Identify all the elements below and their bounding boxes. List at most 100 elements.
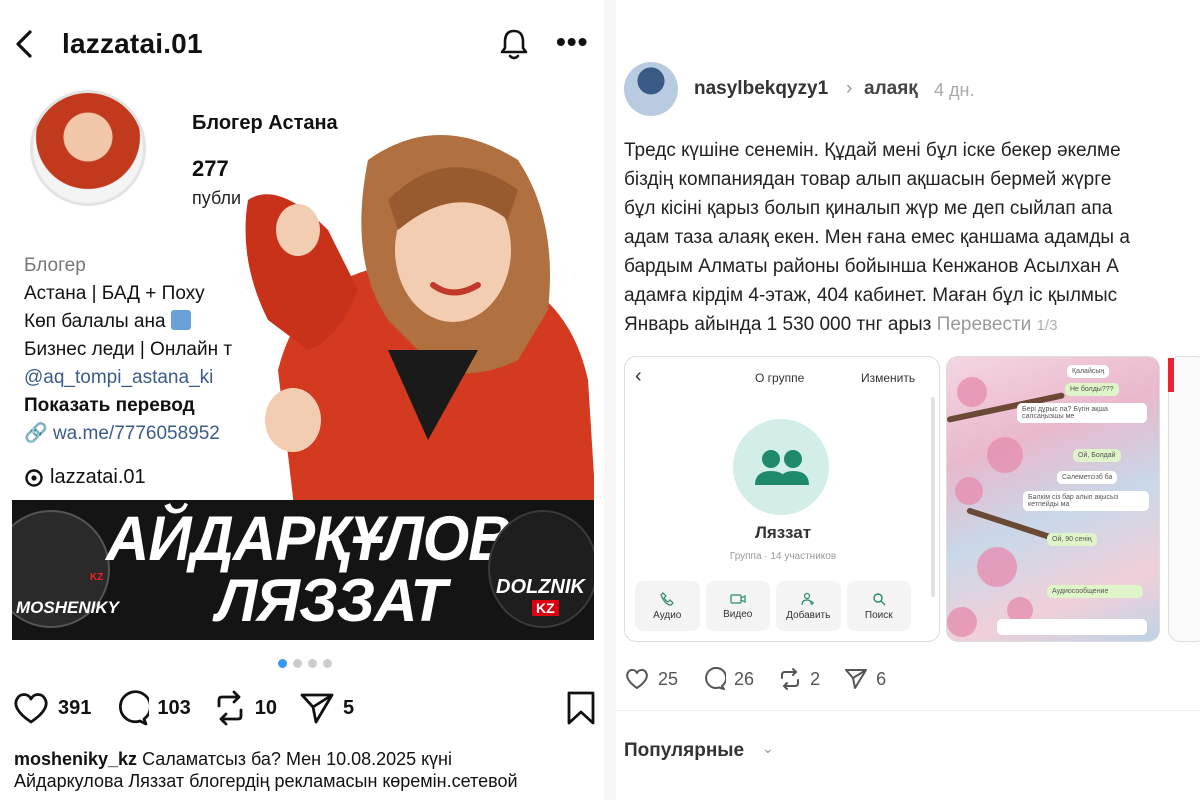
group-avatar: [733, 419, 829, 515]
caption-text: Саламатсыз ба? Мен 10.08.2025 күні: [142, 749, 452, 769]
repost-count: 10: [254, 696, 277, 719]
more-options-icon[interactable]: •••: [556, 28, 588, 56]
comment-icon: [119, 690, 150, 726]
caption-text: Айдаркулова Ляззат блогердің рекламасын …: [14, 771, 518, 791]
repost-button[interactable]: 2: [778, 667, 820, 691]
chat-bubble: Ой, Болдай: [1073, 449, 1121, 462]
post-topic[interactable]: алаяқ: [864, 78, 918, 100]
chevron-right-icon: ›: [846, 78, 853, 99]
like-button[interactable]: 25: [624, 667, 678, 691]
carousel-dot: [293, 659, 302, 668]
share-count: 5: [343, 696, 355, 719]
send-icon: [845, 669, 868, 689]
blossom: [955, 477, 983, 505]
like-count: 391: [58, 696, 92, 719]
share-button[interactable]: 5: [299, 691, 354, 725]
caption-username[interactable]: mosheniky_kz: [14, 749, 137, 769]
profile-header: lazzatai.01 •••: [0, 14, 604, 74]
text-line: бардым Алматы районы бойынша Кенжанов Ас…: [624, 256, 1119, 277]
avatar[interactable]: [624, 62, 678, 116]
chat-bubble: Ой, 90 сенің: [1047, 533, 1097, 546]
group-info-screenshot[interactable]: ‹ О группе Изменить Ляззат Группа · 14 у…: [624, 356, 940, 642]
repost-button[interactable]: 10: [213, 690, 277, 726]
blossom: [987, 437, 1023, 473]
page-indicator: 1/3: [1036, 317, 1058, 334]
comment-count: 26: [734, 668, 755, 689]
back-arrow-icon[interactable]: [12, 30, 36, 58]
phone-icon: [660, 591, 675, 606]
chat-bubble: Сәлеметсізб ба: [1057, 471, 1118, 484]
carousel-dot: [278, 659, 287, 668]
add-user-icon: [801, 592, 815, 605]
show-translation-link[interactable]: Показать перевод: [24, 392, 274, 420]
posts-count: 277: [192, 156, 229, 181]
group-subtitle: Группа · 14 участников: [729, 551, 837, 562]
chat-screenshot[interactable]: Қалайсың Не болды??? Бері дұрыс па? Бүгі…: [946, 356, 1160, 642]
heart-icon: [626, 668, 648, 689]
audio-button: Аудио: [635, 581, 700, 631]
dolznik-logo-kz: KZ: [532, 600, 559, 616]
text-line: адам таза алаяқ екен. Мен ғана емес қанш…: [624, 227, 1130, 248]
text-line: адамға кірдім 4-этаж, 404 кабинет. Маған…: [624, 285, 1118, 306]
chat-bubble: Қалайсың: [1067, 365, 1110, 378]
comment-count: 103: [157, 696, 191, 719]
bio-line: Бизнес леди | Онлайн т: [24, 339, 233, 360]
popular-dropdown[interactable]: Популярные: [624, 740, 744, 762]
divider: [616, 710, 1200, 711]
text-line: Тредс күшіне сенемін. Құдай мені бұл іск…: [624, 140, 1121, 161]
group-name: Ляззат: [754, 523, 812, 542]
chevron-down-icon[interactable]: ⌄: [762, 740, 774, 757]
like-count: 25: [658, 668, 679, 689]
profile-username: lazzatai.01: [62, 28, 203, 59]
mosheniky-logo-kz: KZ: [90, 572, 104, 583]
video-icon: [730, 593, 746, 604]
blossom: [957, 377, 987, 407]
posts-label: публи: [192, 188, 242, 208]
share-button[interactable]: 6: [844, 667, 886, 691]
add-button: Добавить: [776, 581, 841, 631]
woman-photo: [245, 135, 594, 540]
comment-icon: [705, 667, 727, 690]
post-time: 4 дн.: [934, 80, 975, 100]
instagram-post-panel: lazzatai.01 ••• Блогер Астана 277 публи …: [0, 0, 604, 800]
post-username[interactable]: nasylbekqyzy1: [694, 78, 828, 100]
search-icon: [873, 592, 886, 605]
search-button: Поиск: [846, 581, 911, 631]
text-line: бұл кісіні қарыз болып қиналып жүр ме де…: [624, 198, 1113, 219]
group-header-edit: Изменить: [861, 371, 916, 385]
translate-link[interactable]: Перевести: [937, 314, 1032, 335]
voice-message-bar: [997, 619, 1147, 635]
bio-mention-link[interactable]: @aq_tompi_astana_ki: [24, 364, 274, 392]
post-text: Тредс күшіне сенемін. Құдай мені бұл іск…: [624, 136, 1200, 340]
post-caption: mosheniky_kz Саламатсыз ба? Мен 10.08.20…: [14, 748, 604, 792]
bookmark-icon[interactable]: [566, 690, 596, 726]
banner-line-2: ЛЯЗЗАТ: [216, 567, 447, 634]
like-button[interactable]: 391: [12, 691, 91, 725]
whatsapp-link[interactable]: 🔗 wa.me/7776058952: [24, 420, 274, 448]
repost-icon: [217, 690, 243, 726]
carousel-dot: [308, 659, 317, 668]
text-line: Январь айында 1 530 000 тнг арыз Перевес…: [624, 314, 1058, 335]
carousel-dot: [323, 659, 332, 668]
text-line: біздің компаниядан товар алып ақшасын бе…: [624, 169, 1112, 190]
name-banner: MOSHENIKY KZ АЙДАРҚҰЛОВА ЛЯЗЗАТ DOLZNIK …: [12, 500, 594, 640]
send-icon: [300, 693, 334, 724]
comment-button[interactable]: 103: [113, 690, 191, 726]
panel-divider: [604, 0, 616, 800]
bio-line: Астана | БАД + Поху: [24, 283, 205, 304]
dolznik-logo-text: DOLZNIK: [496, 576, 585, 598]
comment-button[interactable]: 26: [702, 667, 754, 691]
banner-line-1: АЙДАРҚҰЛОВА: [106, 503, 552, 574]
bell-icon[interactable]: [496, 26, 532, 62]
carousel-indicator: [278, 659, 332, 668]
next-screenshot[interactable]: [1168, 356, 1200, 642]
bio-category: Блогер: [24, 255, 86, 276]
chat-bubble: Бәлкім сіз бар алып ақысыз кетпейды ма: [1023, 491, 1149, 511]
heart-icon: [14, 693, 48, 724]
chat-bubble: Не болды???: [1065, 383, 1119, 396]
threads-icon: [25, 468, 43, 487]
repost-count: 2: [810, 668, 821, 689]
threads-link[interactable]: lazzatai.01: [24, 466, 146, 489]
blossom: [977, 547, 1017, 587]
post-image[interactable]: Блогер Астана 277 публи Блогер Астана | …: [12, 80, 594, 640]
